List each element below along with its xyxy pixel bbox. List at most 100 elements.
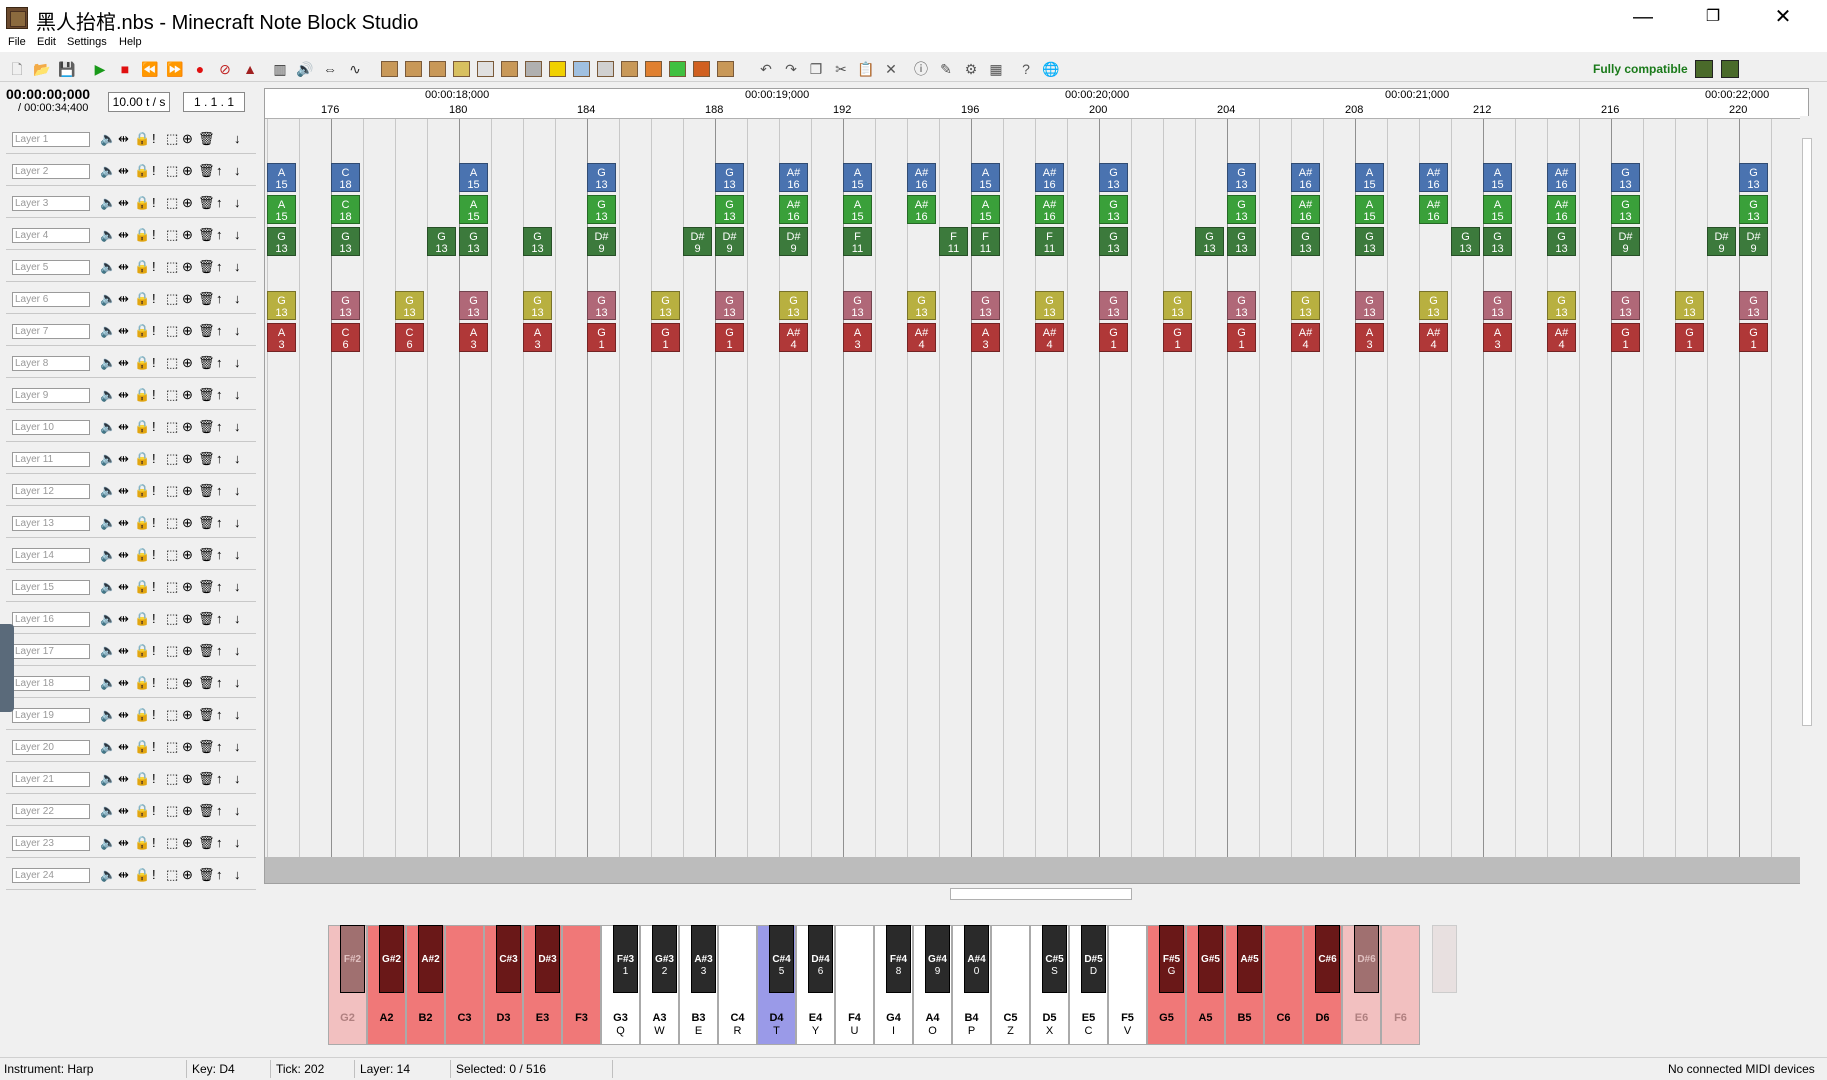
metronome-icon[interactable]: ▲ [241, 60, 259, 78]
layer-name-field[interactable]: Layer 19 [12, 708, 90, 723]
layer-name-field[interactable]: Layer 17 [12, 644, 90, 659]
move-up-icon[interactable]: ↑ [216, 835, 223, 850]
delete-layer-icon[interactable]: 🗑 [198, 291, 215, 307]
note-block[interactable]: A# 16 [907, 195, 936, 224]
move-up-icon[interactable]: ↑ [216, 291, 223, 306]
delete-layer-icon[interactable]: 🗑 [198, 515, 215, 531]
note-block[interactable]: G 13 [1035, 291, 1064, 320]
note-block[interactable]: F 11 [843, 227, 872, 256]
lock-icon[interactable]: 🔒 [134, 771, 150, 787]
select-layer-icon[interactable]: ⬚ [166, 771, 178, 787]
select-layer-icon[interactable]: ⬚ [166, 675, 178, 691]
minimize-button[interactable]: — [1617, 0, 1669, 36]
add-layer-icon[interactable]: ⊕ [182, 867, 193, 883]
select-layer-icon[interactable]: ⬚ [166, 355, 178, 371]
piano-black-key[interactable]: A#3 3 [691, 925, 716, 993]
note-block[interactable]: G 13 [427, 227, 456, 256]
delete-layer-icon[interactable]: 🗑 [198, 579, 215, 595]
move-up-icon[interactable]: ↑ [216, 163, 223, 178]
lock-icon[interactable]: 🔒 [134, 611, 150, 627]
move-up-icon[interactable]: ↑ [216, 547, 223, 562]
note-block[interactable]: A# 16 [1419, 195, 1448, 224]
solo-icon[interactable]: ! [152, 323, 156, 338]
note-block[interactable]: G 13 [1099, 195, 1128, 224]
note-block[interactable]: G1 [651, 323, 680, 352]
move-up-icon[interactable]: ↑ [216, 867, 223, 882]
move-down-icon[interactable]: ↓ [234, 323, 241, 338]
layer-row[interactable]: Layer 10 🔈 ⇹ 🔒! ⬚ ⊕ 🗑 ↑ ↓ [6, 410, 256, 442]
instrument-snare-icon[interactable] [453, 61, 470, 77]
move-down-icon[interactable]: ↓ [234, 547, 241, 562]
piano-black-key[interactable]: D#6 [1354, 925, 1379, 993]
vertical-scroll-thumb[interactable] [1802, 138, 1812, 726]
delete-layer-icon[interactable]: 🗑 [198, 451, 215, 467]
note-block[interactable]: G 13 [1227, 195, 1256, 224]
note-grid[interactable]: 00:00:18;000 00:00:19;000 00:00:20;000 00:0… [264, 88, 1809, 884]
note-block[interactable]: G 13 [1419, 291, 1448, 320]
lock-icon[interactable]: 🔒 [134, 739, 150, 755]
layer-name-field[interactable]: Layer 18 [12, 676, 90, 691]
delete-layer-icon[interactable]: 🗑 [198, 323, 215, 339]
instrument-harp-icon[interactable] [381, 61, 398, 77]
note-block[interactable]: A 15 [459, 195, 488, 224]
note-block[interactable]: G 13 [1163, 291, 1192, 320]
stereo-icon[interactable]: ⇹ [118, 675, 129, 691]
note-block[interactable]: G 13 [651, 291, 680, 320]
lock-icon[interactable]: 🔒 [134, 675, 150, 691]
paste-icon[interactable]: 📋 [857, 60, 875, 78]
move-up-icon[interactable]: ↑ [216, 771, 223, 786]
select-layer-icon[interactable]: ⬚ [166, 707, 178, 723]
note-block[interactable]: A 15 [843, 195, 872, 224]
stop-icon[interactable]: ■ [116, 60, 134, 78]
note-block[interactable]: A 15 [1355, 163, 1384, 192]
note-block[interactable]: G 13 [1739, 291, 1768, 320]
layer-name-field[interactable]: Layer 14 [12, 548, 90, 563]
layer-name-field[interactable]: Layer 5 [12, 260, 90, 275]
note-block[interactable]: A3 [459, 323, 488, 352]
piano-white-key[interactable]: C3 [445, 925, 484, 1045]
move-up-icon[interactable]: ↑ [216, 451, 223, 466]
open-file-icon[interactable]: 📂 [33, 60, 51, 78]
solo-icon[interactable]: ! [152, 675, 156, 690]
volume-icon[interactable]: 🔈 [100, 803, 116, 819]
stereo-icon[interactable]: ⇹ [118, 803, 129, 819]
move-up-icon[interactable]: ↑ [216, 515, 223, 530]
piano-black-key[interactable]: F#2 [340, 925, 365, 993]
lock-icon[interactable]: 🔒 [134, 131, 150, 147]
note-block[interactable]: G 13 [331, 227, 360, 256]
layer-row[interactable]: Layer 8 🔈 ⇹ 🔒! ⬚ ⊕ 🗑 ↑ ↓ [6, 346, 256, 378]
horizontal-scroll-thumb[interactable] [950, 888, 1132, 900]
instrument-chime-icon[interactable] [573, 61, 590, 77]
select-layer-icon[interactable]: ⬚ [166, 451, 178, 467]
piano-black-key[interactable]: D#3 [535, 925, 560, 993]
volume-icon[interactable]: 🔈 [100, 739, 116, 755]
solo-icon[interactable]: ! [152, 611, 156, 626]
note-block[interactable]: A# 4 [1035, 323, 1064, 352]
note-block[interactable]: G 13 [587, 291, 616, 320]
note-block[interactable]: G 13 [1227, 163, 1256, 192]
solo-icon[interactable]: ! [152, 163, 156, 178]
help-icon[interactable]: ? [1017, 60, 1035, 78]
move-up-icon[interactable]: ↑ [216, 675, 223, 690]
layer-name-field[interactable]: Layer 16 [12, 612, 90, 627]
lock-icon[interactable]: 🔒 [134, 227, 150, 243]
delete-layer-icon[interactable]: 🗑 [198, 611, 215, 627]
note-block[interactable]: G 13 [1291, 227, 1320, 256]
layer-row[interactable]: Layer 14 🔈 ⇹ 🔒! ⬚ ⊕ 🗑 ↑ ↓ [6, 538, 256, 570]
lock-icon[interactable]: 🔒 [134, 419, 150, 435]
note-block[interactable]: G 13 [1291, 291, 1320, 320]
solo-icon[interactable]: ! [152, 739, 156, 754]
stereo-icon[interactable]: ⇹ [118, 355, 129, 371]
delete-layer-icon[interactable]: 🗑 [198, 227, 215, 243]
move-down-icon[interactable]: ↓ [234, 227, 241, 242]
solo-icon[interactable]: ! [152, 419, 156, 434]
redo-icon[interactable]: ↷ [782, 60, 800, 78]
layer-row[interactable]: Layer 6 🔈 ⇹ 🔒! ⬚ ⊕ 🗑 ↑ ↓ [6, 282, 256, 314]
select-layer-icon[interactable]: ⬚ [166, 419, 178, 435]
stereo-icon[interactable]: ⇹ [118, 643, 129, 659]
move-down-icon[interactable]: ↓ [234, 771, 241, 786]
side-volume-tab[interactable] [0, 624, 14, 712]
move-up-icon[interactable]: ↑ [216, 387, 223, 402]
move-up-icon[interactable]: ↑ [216, 355, 223, 370]
note-block[interactable]: G 13 [907, 291, 936, 320]
